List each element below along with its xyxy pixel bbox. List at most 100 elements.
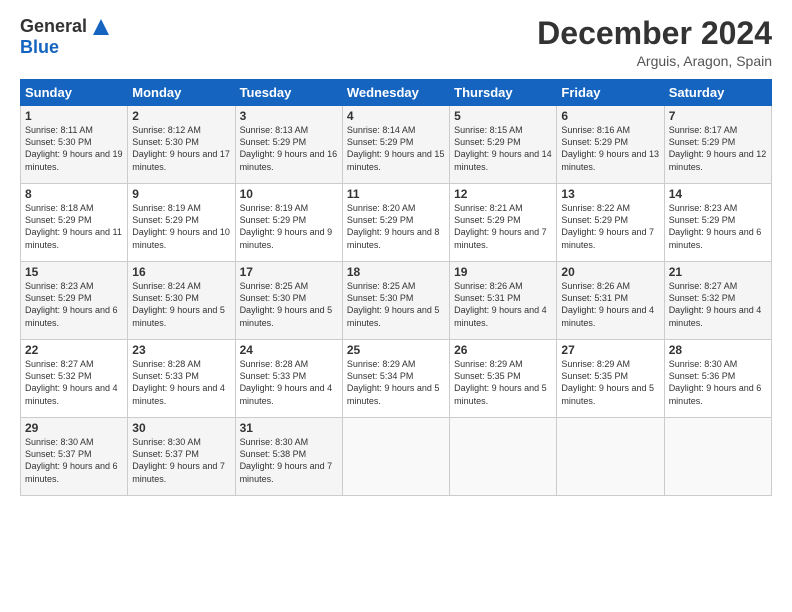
day-cell: 5Sunrise: 8:15 AMSunset: 5:29 PMDaylight… [450,106,557,184]
week-row: 8Sunrise: 8:18 AMSunset: 5:29 PMDaylight… [21,184,772,262]
day-info: Sunrise: 8:22 AMSunset: 5:29 PMDaylight:… [561,202,659,251]
day-number: 1 [25,109,123,123]
day-cell: 3Sunrise: 8:13 AMSunset: 5:29 PMDaylight… [235,106,342,184]
day-cell [342,418,449,496]
logo: General [20,16,111,37]
week-row: 22Sunrise: 8:27 AMSunset: 5:32 PMDayligh… [21,340,772,418]
day-cell: 24Sunrise: 8:28 AMSunset: 5:33 PMDayligh… [235,340,342,418]
day-number: 6 [561,109,659,123]
day-number: 18 [347,265,445,279]
day-info: Sunrise: 8:27 AMSunset: 5:32 PMDaylight:… [669,280,767,329]
day-cell: 13Sunrise: 8:22 AMSunset: 5:29 PMDayligh… [557,184,664,262]
day-info: Sunrise: 8:26 AMSunset: 5:31 PMDaylight:… [454,280,552,329]
day-number: 8 [25,187,123,201]
day-info: Sunrise: 8:23 AMSunset: 5:29 PMDaylight:… [25,280,123,329]
day-cell: 7Sunrise: 8:17 AMSunset: 5:29 PMDaylight… [664,106,771,184]
day-info: Sunrise: 8:29 AMSunset: 5:34 PMDaylight:… [347,358,445,407]
day-info: Sunrise: 8:30 AMSunset: 5:37 PMDaylight:… [132,436,230,485]
day-info: Sunrise: 8:14 AMSunset: 5:29 PMDaylight:… [347,124,445,173]
day-cell: 11Sunrise: 8:20 AMSunset: 5:29 PMDayligh… [342,184,449,262]
day-number: 7 [669,109,767,123]
logo-icon [91,17,111,37]
day-number: 27 [561,343,659,357]
day-info: Sunrise: 8:16 AMSunset: 5:29 PMDaylight:… [561,124,659,173]
day-number: 21 [669,265,767,279]
col-header-saturday: Saturday [664,80,771,106]
day-cell: 25Sunrise: 8:29 AMSunset: 5:34 PMDayligh… [342,340,449,418]
day-cell: 15Sunrise: 8:23 AMSunset: 5:29 PMDayligh… [21,262,128,340]
day-info: Sunrise: 8:17 AMSunset: 5:29 PMDaylight:… [669,124,767,173]
day-number: 19 [454,265,552,279]
col-header-monday: Monday [128,80,235,106]
day-info: Sunrise: 8:29 AMSunset: 5:35 PMDaylight:… [454,358,552,407]
day-info: Sunrise: 8:21 AMSunset: 5:29 PMDaylight:… [454,202,552,251]
day-cell: 26Sunrise: 8:29 AMSunset: 5:35 PMDayligh… [450,340,557,418]
day-cell: 17Sunrise: 8:25 AMSunset: 5:30 PMDayligh… [235,262,342,340]
logo-area: General Blue [20,16,111,58]
day-cell [450,418,557,496]
day-cell: 23Sunrise: 8:28 AMSunset: 5:33 PMDayligh… [128,340,235,418]
day-number: 28 [669,343,767,357]
day-info: Sunrise: 8:19 AMSunset: 5:29 PMDaylight:… [132,202,230,251]
col-header-friday: Friday [557,80,664,106]
day-number: 17 [240,265,338,279]
day-info: Sunrise: 8:20 AMSunset: 5:29 PMDaylight:… [347,202,445,251]
calendar-table: SundayMondayTuesdayWednesdayThursdayFrid… [20,79,772,496]
day-cell: 20Sunrise: 8:26 AMSunset: 5:31 PMDayligh… [557,262,664,340]
day-cell: 12Sunrise: 8:21 AMSunset: 5:29 PMDayligh… [450,184,557,262]
day-number: 14 [669,187,767,201]
day-number: 22 [25,343,123,357]
day-cell: 27Sunrise: 8:29 AMSunset: 5:35 PMDayligh… [557,340,664,418]
day-cell: 1Sunrise: 8:11 AMSunset: 5:30 PMDaylight… [21,106,128,184]
day-number: 29 [25,421,123,435]
day-cell [557,418,664,496]
day-number: 13 [561,187,659,201]
day-number: 10 [240,187,338,201]
day-number: 16 [132,265,230,279]
day-info: Sunrise: 8:19 AMSunset: 5:29 PMDaylight:… [240,202,338,251]
location: Arguis, Aragon, Spain [537,53,772,69]
day-number: 30 [132,421,230,435]
day-number: 23 [132,343,230,357]
day-cell: 21Sunrise: 8:27 AMSunset: 5:32 PMDayligh… [664,262,771,340]
day-info: Sunrise: 8:13 AMSunset: 5:29 PMDaylight:… [240,124,338,173]
day-cell: 2Sunrise: 8:12 AMSunset: 5:30 PMDaylight… [128,106,235,184]
day-info: Sunrise: 8:25 AMSunset: 5:30 PMDaylight:… [240,280,338,329]
col-header-thursday: Thursday [450,80,557,106]
logo-general: General [20,16,87,37]
day-cell: 16Sunrise: 8:24 AMSunset: 5:30 PMDayligh… [128,262,235,340]
day-info: Sunrise: 8:26 AMSunset: 5:31 PMDaylight:… [561,280,659,329]
day-cell: 9Sunrise: 8:19 AMSunset: 5:29 PMDaylight… [128,184,235,262]
day-cell: 28Sunrise: 8:30 AMSunset: 5:36 PMDayligh… [664,340,771,418]
day-info: Sunrise: 8:23 AMSunset: 5:29 PMDaylight:… [669,202,767,251]
day-info: Sunrise: 8:18 AMSunset: 5:29 PMDaylight:… [25,202,123,251]
col-header-sunday: Sunday [21,80,128,106]
day-info: Sunrise: 8:30 AMSunset: 5:36 PMDaylight:… [669,358,767,407]
logo-blue: Blue [20,37,59,58]
header: General Blue December 2024 Arguis, Arago… [20,16,772,69]
page: General Blue December 2024 Arguis, Arago… [0,0,792,612]
day-info: Sunrise: 8:24 AMSunset: 5:30 PMDaylight:… [132,280,230,329]
day-cell: 10Sunrise: 8:19 AMSunset: 5:29 PMDayligh… [235,184,342,262]
day-number: 24 [240,343,338,357]
day-cell: 8Sunrise: 8:18 AMSunset: 5:29 PMDaylight… [21,184,128,262]
day-number: 4 [347,109,445,123]
week-row: 15Sunrise: 8:23 AMSunset: 5:29 PMDayligh… [21,262,772,340]
day-number: 20 [561,265,659,279]
day-info: Sunrise: 8:30 AMSunset: 5:38 PMDaylight:… [240,436,338,485]
day-cell: 30Sunrise: 8:30 AMSunset: 5:37 PMDayligh… [128,418,235,496]
day-number: 3 [240,109,338,123]
day-info: Sunrise: 8:12 AMSunset: 5:30 PMDaylight:… [132,124,230,173]
day-number: 2 [132,109,230,123]
day-number: 26 [454,343,552,357]
day-cell: 31Sunrise: 8:30 AMSunset: 5:38 PMDayligh… [235,418,342,496]
day-info: Sunrise: 8:29 AMSunset: 5:35 PMDaylight:… [561,358,659,407]
day-info: Sunrise: 8:15 AMSunset: 5:29 PMDaylight:… [454,124,552,173]
day-number: 31 [240,421,338,435]
day-cell: 18Sunrise: 8:25 AMSunset: 5:30 PMDayligh… [342,262,449,340]
day-info: Sunrise: 8:28 AMSunset: 5:33 PMDaylight:… [240,358,338,407]
col-header-tuesday: Tuesday [235,80,342,106]
day-info: Sunrise: 8:27 AMSunset: 5:32 PMDaylight:… [25,358,123,407]
day-info: Sunrise: 8:28 AMSunset: 5:33 PMDaylight:… [132,358,230,407]
day-cell [664,418,771,496]
